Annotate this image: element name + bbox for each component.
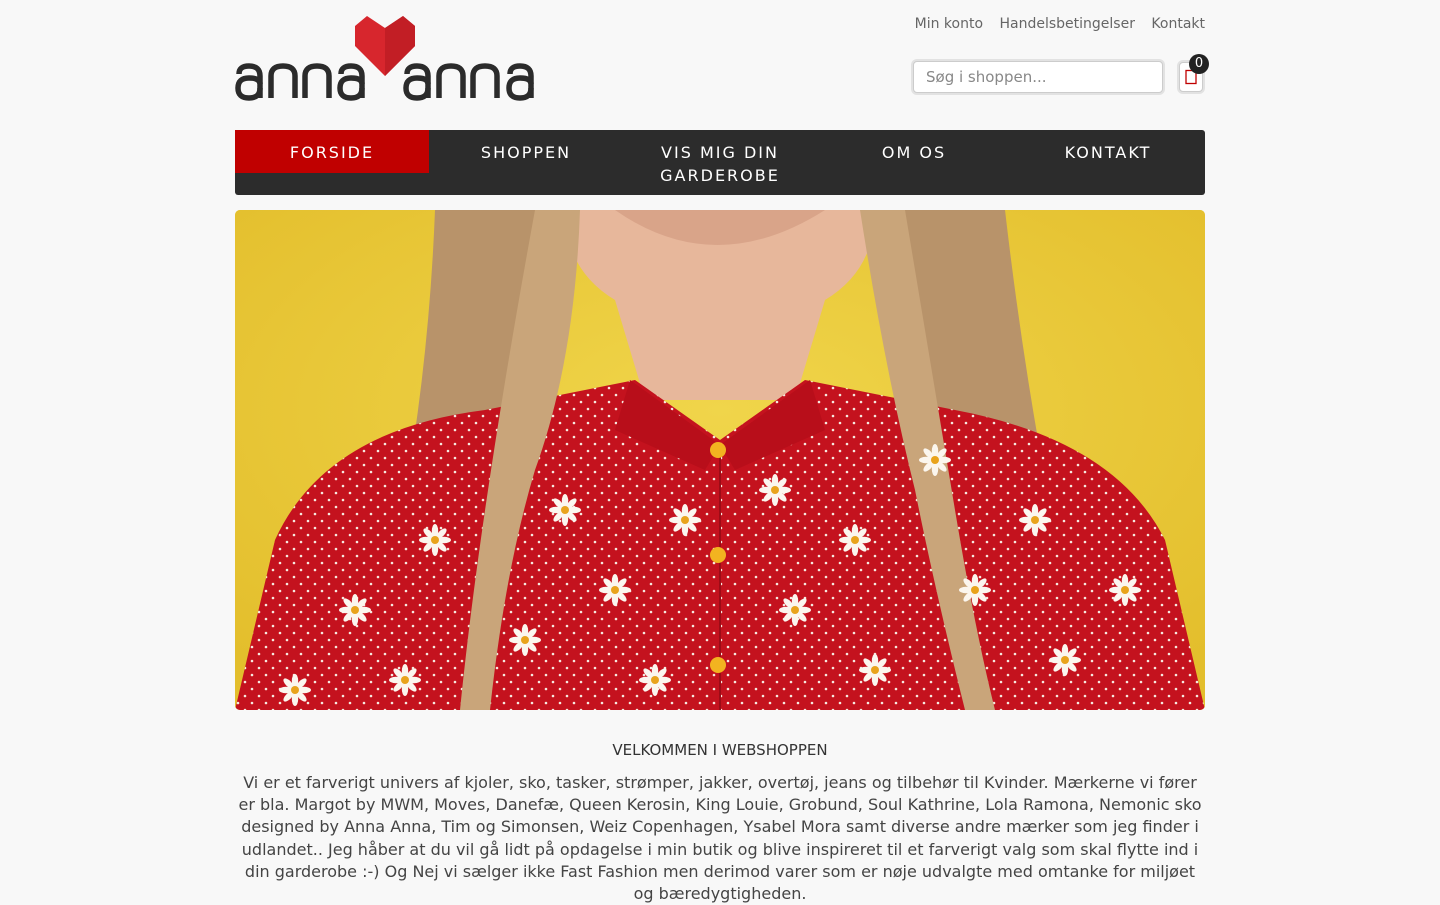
nav-item-label: SHOPPEN <box>480 143 572 162</box>
nav-item-label: KONTAKT <box>1064 143 1152 162</box>
search-input[interactable] <box>913 61 1163 93</box>
nav-item-forside[interactable]: FORSIDE <box>235 130 429 173</box>
welcome-title: VELKOMMEN I WEBSHOPPEN <box>612 741 828 759</box>
welcome-section: VELKOMMEN I WEBSHOPPEN Vi er et farverig… <box>235 738 1205 905</box>
welcome-text: Vi er et farverigt univers af kjoler, sk… <box>238 773 1202 904</box>
site-header: Min konto Handelsbetingelser Kontakt 0 F… <box>235 0 1209 195</box>
top-links: Min konto Handelsbetingelser Kontakt <box>903 16 1205 32</box>
nav-item-label: FORSIDE <box>289 143 375 162</box>
page-wrapper: Min konto Handelsbetingelser Kontakt 0 F… <box>235 0 1209 903</box>
hero-image <box>235 210 1205 710</box>
hero-banner[interactable] <box>235 210 1205 710</box>
nav-item-kontakt[interactable]: KONTAKT <box>1011 130 1205 195</box>
cart-count-badge: 0 <box>1189 54 1209 74</box>
nav-item-om-os[interactable]: OM OS <box>817 130 1011 195</box>
terms-link[interactable]: Handelsbetingelser <box>999 16 1134 32</box>
my-account-link[interactable]: Min konto <box>915 16 983 32</box>
nav-item-label: OM OS <box>881 143 947 162</box>
nav-item-shoppen[interactable]: SHOPPEN <box>429 130 623 195</box>
contact-link[interactable]: Kontakt <box>1151 16 1205 32</box>
nav-item-vis-mig-din-garderobe[interactable]: VIS MIG DIN GARDEROBE <box>623 130 817 195</box>
main-nav: FORSIDE SHOPPEN VIS MIG DIN GARDEROBE OM… <box>235 130 1205 195</box>
anna-anna-logo[interactable] <box>235 14 535 104</box>
nav-item-label: VIS MIG DIN GARDEROBE <box>660 143 780 185</box>
